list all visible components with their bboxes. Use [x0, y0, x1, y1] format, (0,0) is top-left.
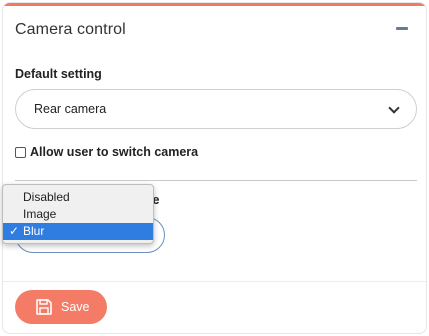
default-setting-select[interactable]: Rear camera	[15, 89, 417, 129]
checkmark-icon: ✓	[9, 224, 20, 238]
panel-accent-line	[3, 3, 426, 6]
allow-switch-checkbox[interactable]	[15, 147, 26, 158]
save-button[interactable]: Save	[15, 290, 107, 324]
save-button-label: Save	[61, 300, 90, 314]
chevron-down-icon	[388, 102, 400, 114]
footer-divider	[3, 281, 426, 282]
option-blur-label: Blur	[23, 224, 45, 238]
option-disabled[interactable]: Disabled	[3, 189, 153, 206]
panel-title: Camera control	[15, 21, 126, 38]
background-options-dropdown: Disabled Image ✓ Blur	[2, 184, 154, 244]
default-setting-value: Rear camera	[34, 102, 107, 116]
section-divider	[15, 180, 417, 181]
allow-switch-label[interactable]: Allow user to switch camera	[30, 145, 198, 159]
collapse-icon[interactable]	[396, 27, 408, 30]
save-icon	[36, 299, 52, 315]
option-blur[interactable]: ✓ Blur	[3, 223, 153, 240]
camera-control-panel: Camera control Default setting Rear came…	[2, 2, 427, 334]
option-image[interactable]: Image	[3, 206, 153, 223]
default-setting-label: Default setting	[15, 67, 102, 81]
